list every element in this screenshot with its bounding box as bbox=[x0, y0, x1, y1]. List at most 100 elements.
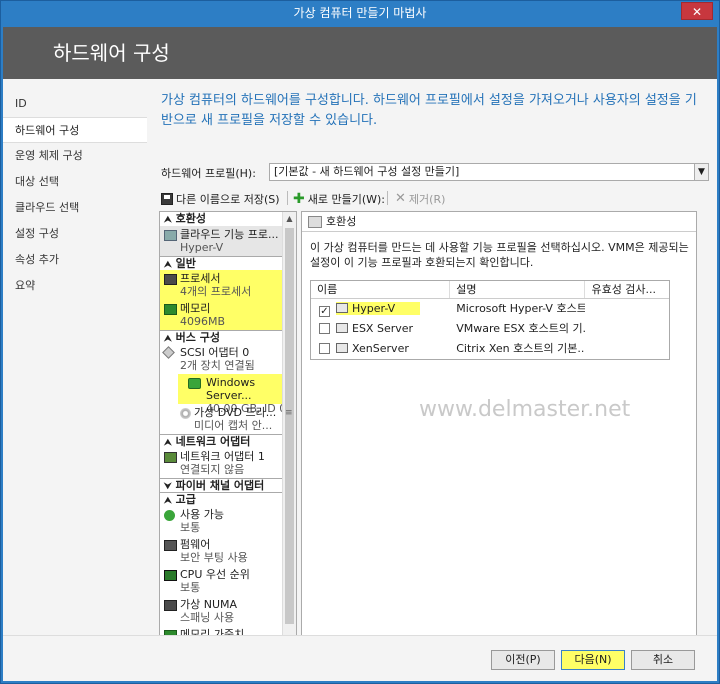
save-as-button[interactable]: 다른 이름으로 저장(S) bbox=[161, 191, 280, 207]
compat-header: 호환성 bbox=[302, 212, 696, 232]
chevron-down-icon[interactable]: ▼ bbox=[694, 164, 708, 180]
item-title: 펌웨어 bbox=[180, 538, 211, 551]
main-area: 가상 컴퓨터의 하드웨어를 구성합니다. 하드웨어 프로필에서 설정을 가져오거… bbox=[147, 79, 717, 647]
row-desc: Citrix Xen 호스트의 기본... bbox=[456, 342, 586, 355]
disk-icon bbox=[188, 378, 201, 389]
row-desc: VMware ESX 호스트의 기... bbox=[456, 322, 586, 335]
remove-label: 제거(R) bbox=[408, 193, 446, 206]
table-header: 이름 설명 유효성 검사... bbox=[311, 281, 669, 299]
cancel-button[interactable]: 취소 bbox=[631, 650, 695, 670]
checkbox[interactable] bbox=[319, 343, 330, 354]
checkbox[interactable] bbox=[319, 323, 330, 334]
new-button[interactable]: ✚ 새로 만들기(W): bbox=[293, 191, 385, 207]
column-desc[interactable]: 설명 bbox=[450, 281, 586, 298]
item-title: CPU 우선 순위 bbox=[180, 568, 250, 581]
hw-item-memory[interactable]: 메모리 4096MB bbox=[160, 300, 296, 330]
add-icon: ✚ bbox=[293, 191, 305, 207]
item-title: 사용 가능 bbox=[180, 508, 224, 521]
hw-item-numa[interactable]: 가상 NUMA 스패닝 사용 bbox=[160, 596, 296, 626]
item-subtitle: 보통 bbox=[180, 521, 201, 534]
scrollbar[interactable]: ▲ ≡ ▼ bbox=[282, 212, 296, 646]
close-button[interactable]: ✕ bbox=[681, 2, 713, 20]
hw-item-cpu-priority[interactable]: CPU 우선 순위 보통 bbox=[160, 566, 296, 596]
row-validation bbox=[585, 339, 669, 359]
cpu-priority-icon bbox=[164, 570, 177, 581]
column-validation[interactable]: 유효성 검사... bbox=[585, 281, 669, 298]
toolbar-divider bbox=[287, 191, 288, 205]
profile-label: 하드웨어 프로필(H): bbox=[161, 167, 256, 180]
section-label: 고급 bbox=[175, 493, 196, 506]
hw-item-scsi[interactable]: SCSI 어댑터 0 2개 장치 연결됨 bbox=[160, 344, 296, 374]
previous-button[interactable]: 이전(P) bbox=[491, 650, 555, 670]
hw-item-cloud-profile[interactable]: 클라우드 기능 프로... Hyper-V bbox=[160, 226, 296, 256]
nav-item-properties[interactable]: 속성 추가 bbox=[3, 247, 147, 273]
wizard-footer: 이전(P) 다음(N) 취소 bbox=[3, 635, 717, 681]
row-name-highlight: Hyper-V bbox=[336, 302, 420, 315]
section-label: 일반 bbox=[175, 257, 196, 270]
nav-item-cloud[interactable]: 클라우드 선택 bbox=[3, 195, 147, 221]
hw-item-firmware[interactable]: 펌웨어 보안 부팅 사용 bbox=[160, 536, 296, 566]
hw-item-disk[interactable]: Windows Server... 40.00 GB, ID 0 bbox=[178, 374, 296, 415]
watermark: www.delmaster.net bbox=[415, 397, 635, 422]
nav-item-settings[interactable]: 설정 구성 bbox=[3, 221, 147, 247]
section-network[interactable]: ⮝ 네트워크 어댑터 bbox=[160, 434, 296, 448]
column-name[interactable]: 이름 bbox=[311, 281, 451, 298]
nav-item-summary[interactable]: 요약 bbox=[3, 273, 147, 299]
item-title: 가상 DVD 드라... bbox=[194, 406, 277, 419]
nav-item-hardware[interactable]: 하드웨어 구성 bbox=[3, 117, 147, 143]
section-advanced[interactable]: ⮝ 고급 bbox=[160, 492, 296, 506]
compat-description: 이 가상 컴퓨터를 만드는 데 사용할 기능 프로필을 선택하십시오. VMM은… bbox=[310, 241, 689, 269]
save-as-label: 다른 이름으로 저장(S) bbox=[176, 193, 280, 206]
next-button[interactable]: 다음(N) bbox=[561, 650, 625, 670]
dvd-icon bbox=[180, 408, 191, 419]
numa-icon bbox=[164, 600, 177, 611]
section-general[interactable]: ⮝ 일반 bbox=[160, 256, 296, 270]
scroll-thumb[interactable] bbox=[285, 228, 294, 624]
hw-item-dvd[interactable]: 가상 DVD 드라... 미디어 캡처 안... bbox=[160, 404, 296, 434]
section-label: 버스 구성 bbox=[175, 331, 220, 344]
nav-item-destination[interactable]: 대상 선택 bbox=[3, 169, 147, 195]
grip-icon: ≡ bbox=[285, 408, 293, 418]
expand-icon: ⮟ bbox=[164, 482, 172, 492]
item-subtitle: Hyper-V bbox=[180, 241, 224, 254]
collapse-icon: ⮝ bbox=[164, 496, 172, 506]
item-subtitle: 연결되지 않음 bbox=[180, 463, 245, 476]
row-name: Hyper-V bbox=[352, 302, 396, 315]
table-row[interactable]: XenServer Citrix Xen 호스트의 기본... bbox=[311, 339, 669, 359]
page-description: 가상 컴퓨터의 하드웨어를 구성합니다. 하드웨어 프로필에서 설정을 가져오거… bbox=[161, 93, 697, 128]
item-title: 프로세서 bbox=[180, 272, 221, 285]
item-subtitle: 4개의 프로세서 bbox=[180, 285, 252, 298]
section-bus[interactable]: ⮝ 버스 구성 bbox=[160, 330, 296, 344]
toolbar: 다른 이름으로 저장(S) ✚ 새로 만들기(W): ✕ 제거(R) bbox=[159, 189, 709, 209]
scroll-up-icon[interactable]: ▲ bbox=[283, 212, 296, 226]
nav-item-id[interactable]: ID bbox=[3, 91, 147, 117]
hw-item-nic[interactable]: 네트워크 어댑터 1 연결되지 않음 bbox=[160, 448, 296, 478]
vm-icon bbox=[336, 303, 348, 313]
hw-item-availability[interactable]: 사용 가능 보통 bbox=[160, 506, 296, 536]
profile-select[interactable]: [기본값 - 새 하드웨어 구성 설정 만들기] ▼ bbox=[269, 163, 709, 181]
row-name: XenServer bbox=[352, 342, 409, 355]
profile-value: [기본값 - 새 하드웨어 구성 설정 만들기] bbox=[274, 165, 460, 178]
hw-item-processor[interactable]: 프로세서 4개의 프로세서 bbox=[160, 270, 296, 300]
item-title: 가상 NUMA bbox=[180, 598, 238, 611]
section-compat[interactable]: ⮝ 호환성 bbox=[160, 212, 296, 226]
row-name: ESX Server bbox=[352, 322, 414, 335]
save-icon bbox=[161, 193, 173, 205]
table-row[interactable]: ✓ Hyper-V Microsoft Hyper-V 호스트... bbox=[311, 299, 669, 319]
row-validation bbox=[585, 319, 669, 339]
hardware-list: ⮝ 호환성 클라우드 기능 프로... Hyper-V ⮝ 일반 프로세서 4개의 … bbox=[159, 211, 297, 647]
collapse-icon: ⮝ bbox=[164, 438, 172, 448]
collapse-icon: ⮝ bbox=[164, 260, 172, 270]
checkbox[interactable]: ✓ bbox=[319, 306, 330, 317]
window-title: 가상 컴퓨터 만들기 마법사 bbox=[293, 6, 427, 20]
compat-panel: 호환성 이 가상 컴퓨터를 만드는 데 사용할 기능 프로필을 선택하십시오. … bbox=[301, 211, 697, 647]
item-title: 클라우드 기능 프로... bbox=[180, 228, 279, 241]
wizard-window: 가상 컴퓨터 만들기 마법사 ✕ 하드웨어 구성 ID 하드웨어 구성 운영 체… bbox=[0, 0, 720, 684]
item-subtitle: 스패닝 사용 bbox=[180, 611, 235, 624]
item-subtitle: 보통 bbox=[180, 581, 201, 594]
row-name-cell: ESX Server bbox=[311, 319, 450, 339]
table-row[interactable]: ESX Server VMware ESX 호스트의 기... bbox=[311, 319, 669, 339]
section-fibre[interactable]: ⮟ 파이버 채널 어댑터 bbox=[160, 478, 296, 492]
remove-button[interactable]: ✕ 제거(R) bbox=[395, 191, 445, 207]
nav-item-os[interactable]: 운영 체제 구성 bbox=[3, 143, 147, 169]
